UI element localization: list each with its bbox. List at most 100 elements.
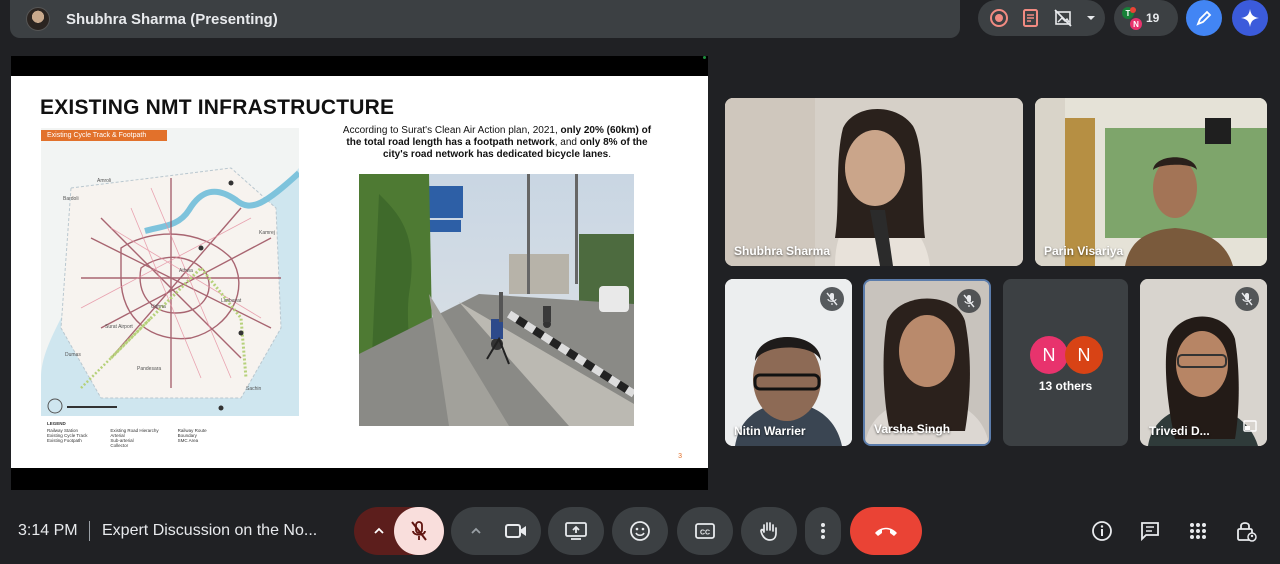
- slide-text-part: According to Surat's Clean Air Action pl…: [342, 125, 561, 136]
- hang-up-icon: [875, 527, 897, 536]
- more-vert-icon: [821, 523, 825, 539]
- mic-off-icon: [957, 289, 981, 313]
- meeting-title: Expert Discussion on the No...: [102, 522, 318, 539]
- lock-person-icon: [1237, 522, 1257, 542]
- status-dot: [703, 56, 706, 59]
- chat-icon: [1141, 522, 1159, 542]
- record-icon[interactable]: [986, 5, 1012, 31]
- chevron-up-icon: [374, 527, 384, 534]
- others-avatar: N: [1030, 336, 1068, 374]
- divider: [89, 521, 90, 541]
- slide-title: EXISTING NMT INFRASTRUCTURE: [40, 96, 395, 119]
- participant-name: Trivedi D...: [1149, 424, 1210, 438]
- others-avatar: N: [1065, 336, 1103, 374]
- whiteboard-button[interactable]: [1186, 0, 1222, 36]
- presenter-name: Shubhra Sharma (Presenting): [66, 10, 278, 28]
- leave-call-button[interactable]: [850, 507, 922, 555]
- presenter-avatar: [26, 7, 50, 31]
- map-label: Limbayat: [221, 298, 242, 304]
- participant-tile[interactable]: Parin Visariya: [1035, 98, 1267, 266]
- street-photo-graphic: [359, 174, 634, 426]
- others-tile[interactable]: N N 13 others: [1003, 279, 1128, 446]
- chevron-down-icon[interactable]: [1078, 5, 1104, 31]
- sparkle-icon: [1241, 9, 1259, 27]
- participant-tile[interactable]: Shubhra Sharma: [725, 98, 1023, 266]
- chevron-up-icon: [471, 527, 481, 534]
- hand-icon: [760, 522, 777, 541]
- map-label: Bardoli: [63, 196, 79, 202]
- pen-icon: [1196, 10, 1212, 26]
- svg-text:CC: CC: [700, 530, 710, 537]
- city-map: Existing Cycle Track & Footpath Amroli A…: [41, 128, 299, 416]
- map-label: Pandesara: [137, 366, 162, 372]
- people-pill[interactable]: T N 19: [1114, 0, 1178, 36]
- gemini-button[interactable]: [1232, 0, 1268, 36]
- video-options-button[interactable]: [461, 507, 491, 555]
- participant-tile[interactable]: Trivedi D...: [1140, 279, 1267, 446]
- mic-off-icon: [820, 287, 844, 311]
- mic-toggle-button[interactable]: [394, 507, 444, 555]
- participant-avatars: T N: [1120, 5, 1142, 31]
- slide-text-part: , and: [554, 137, 580, 148]
- meet-window: Shubhra Sharma (Presenting) T N 19 EXIST…: [0, 0, 1280, 564]
- camera-icon: [505, 524, 526, 538]
- map-label: Athwa: [179, 268, 193, 274]
- slide-page-number: 3: [678, 453, 682, 460]
- participant-name: Nitin Warrier: [734, 424, 806, 438]
- mini-avatar-dot: [1130, 7, 1136, 13]
- presentation-slide: EXISTING NMT INFRASTRUCTURE Existing Cyc…: [11, 76, 708, 468]
- street-photo: [359, 174, 634, 426]
- camera-control-group: [451, 507, 541, 555]
- presenting-bar[interactable]: Shubhra Sharma (Presenting): [10, 0, 960, 38]
- map-label: Dumas: [65, 352, 81, 358]
- emoji-icon: [630, 521, 650, 541]
- legend-item: Collector: [110, 443, 129, 448]
- participant-name: Shubhra Sharma: [734, 244, 831, 258]
- participant-name: Parin Visariya: [1044, 244, 1124, 258]
- mic-off-icon: [411, 521, 427, 541]
- participant-video: [725, 98, 1023, 266]
- audio-options-button[interactable]: [364, 507, 394, 555]
- map-label: Surat Airport: [105, 324, 133, 330]
- legend-item: Existing Footpath: [47, 438, 82, 443]
- apps-grid-icon: [1190, 523, 1206, 539]
- raise-hand-button[interactable]: [741, 507, 797, 555]
- more-options-button[interactable]: [805, 507, 841, 555]
- participant-name: Varsha Singh: [874, 422, 951, 436]
- present-button[interactable]: [548, 507, 604, 555]
- captions-icon: CC: [695, 523, 715, 539]
- info-icon: [1092, 521, 1112, 541]
- legend-item: SMC Area: [177, 438, 199, 443]
- slide-text-part: .: [608, 149, 612, 160]
- map-label: Sachin: [246, 386, 262, 392]
- participant-tile[interactable]: Nitin Warrier: [725, 279, 852, 446]
- meeting-details-button[interactable]: [1086, 515, 1118, 547]
- host-controls-button[interactable]: [1230, 515, 1262, 547]
- mic-off-icon: [1235, 287, 1259, 311]
- map-label: Udhna: [151, 304, 166, 310]
- participant-video: [1035, 98, 1267, 266]
- present-screen-icon: [565, 522, 587, 540]
- participant-tile[interactable]: Varsha Singh: [863, 279, 991, 446]
- activities-button[interactable]: [1182, 515, 1214, 547]
- meeting-time: 3:14 PM: [18, 522, 78, 539]
- reactions-button[interactable]: [612, 507, 668, 555]
- note-icon[interactable]: [1018, 5, 1044, 31]
- map-label: Kamrej: [259, 230, 275, 236]
- map-label: Amroli: [97, 178, 112, 184]
- shared-screen[interactable]: EXISTING NMT INFRASTRUCTURE Existing Cyc…: [11, 56, 708, 490]
- legend-title: LEGEND: [47, 421, 66, 426]
- slide-body-text: According to Surat's Clean Air Action pl…: [337, 125, 657, 161]
- captions-button[interactable]: CC: [677, 507, 733, 555]
- camera-toggle-button[interactable]: [491, 507, 541, 555]
- no-image-icon[interactable]: [1050, 5, 1076, 31]
- chat-button[interactable]: [1134, 515, 1166, 547]
- mini-avatar: N: [1130, 18, 1142, 30]
- map-legend: LEGEND Railway Station Existing Cycle Tr…: [47, 421, 227, 448]
- mic-control-group: [354, 507, 444, 555]
- participant-count: 19: [1146, 11, 1160, 25]
- map-graphic: [41, 128, 299, 416]
- pip-icon[interactable]: [1243, 419, 1257, 437]
- meeting-tools-pill: [978, 0, 1105, 36]
- others-label: 13 others: [1038, 379, 1093, 393]
